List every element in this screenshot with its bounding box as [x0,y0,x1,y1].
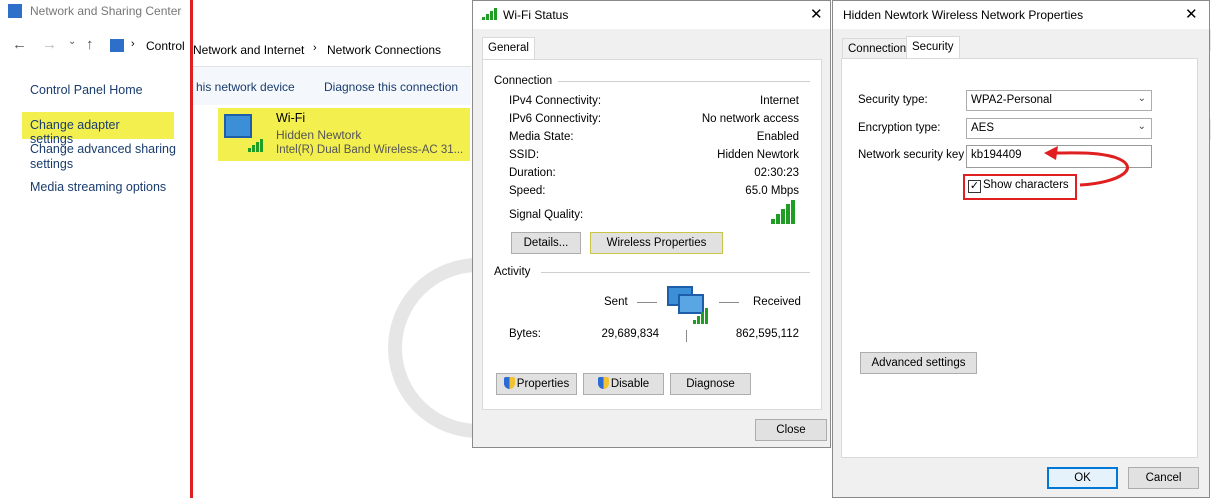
toolbar: his network device Diagnose this connect… [193,67,471,105]
network-connections-panel: Network and Internet › Network Connectio… [193,0,471,498]
diagnose-button[interactable]: Diagnose [670,373,751,395]
forward-arrow-icon[interactable]: → [42,36,57,53]
back-arrow-icon[interactable]: ← [12,36,27,53]
details-button[interactable]: Details... [511,232,581,254]
tab-connection[interactable]: Connection [842,38,913,60]
wireless-properties-dialog: Hidden Newtork Wireless Network Properti… [832,0,1210,498]
row-value: Internet [760,95,799,107]
sidebar-item-change-adapter-settings[interactable]: Change adapter settings [22,112,174,146]
received-label: Received [753,296,801,308]
chevron-down-icon: ⌄ [1137,93,1146,104]
security-type-value: WPA2-Personal [971,94,1052,106]
signal-quality-label: Signal Quality: [509,209,584,221]
adapter-device: Intel(R) Dual Band Wireless-AC 31... [276,144,464,156]
wifi-signal-icon [482,8,497,20]
close-icon[interactable]: ✕ [810,5,823,23]
properties-button-label: Properties [516,378,570,390]
bytes-label: Bytes: [509,328,541,340]
breadcrumb-network-connections[interactable]: Network Connections [327,43,441,57]
chevron-right-icon: › [313,42,317,54]
bytes-received-value: 862,595,112 [735,328,799,340]
encryption-type-select[interactable]: AES ⌄ [966,118,1152,139]
signal-bars-icon [248,138,263,152]
window-title: Network and Sharing Center [30,4,182,18]
general-tab-pane: Connection IPv4 Connectivity: Internet I… [482,59,822,410]
security-key-label: Network security key [858,149,965,161]
row-label: Speed: [509,185,546,197]
sidebar-item-control-panel-home[interactable]: Control Panel Home [30,83,143,97]
ok-button[interactable]: OK [1047,467,1118,489]
row-value: No network access [701,113,799,125]
encryption-type-value: AES [971,122,995,134]
network-sharing-center-panel: Network and Sharing Center ← → ⌄ ↑ › Con… [0,0,192,498]
dialog-title: Hidden Newtork Wireless Network Properti… [843,8,1084,22]
advanced-settings-button[interactable]: Advanced settings [860,352,977,374]
separator [541,272,810,273]
sidebar-item-advanced-sharing[interactable]: Change advanced sharing settings [30,142,180,172]
breadcrumb-control[interactable]: Control [146,39,185,53]
sent-line [637,302,657,303]
row-value: Enabled [756,131,799,143]
activity-divider [686,330,687,342]
row-label: IPv4 Connectivity: [509,95,602,107]
encryption-type-label: Encryption type: [858,122,941,134]
tab-general[interactable]: General [482,37,535,60]
sidebar-item-media-streaming[interactable]: Media streaming options [30,180,166,194]
wireless-properties-button[interactable]: Wireless Properties [590,232,723,254]
row-label: SSID: [509,149,540,161]
section-connection: Connection [494,75,553,87]
close-button[interactable]: Close [755,419,827,441]
uac-shield-icon [597,377,609,389]
received-line [719,302,739,303]
security-type-select[interactable]: WPA2-Personal ⌄ [966,90,1152,111]
security-type-label: Security type: [858,94,928,106]
connect-device-button[interactable]: his network device [196,80,295,94]
breadcrumb-network-internet[interactable]: Network and Internet [193,43,304,57]
network-icon [8,4,22,18]
dialog-titlebar: Hidden Newtork Wireless Network Properti… [833,1,1209,29]
row-label: Duration: [509,167,556,179]
disable-button[interactable]: Disable [583,373,664,395]
show-characters-checkbox[interactable]: ✓ [968,180,981,193]
recent-chevron-icon[interactable]: ⌄ [68,36,76,47]
row-value: 02:30:23 [754,167,799,179]
up-arrow-icon[interactable]: ↑ [86,36,94,53]
close-icon[interactable]: ✕ [1185,5,1198,23]
row-value: 65.0 Mbps [745,185,799,197]
adapter-name: Wi-Fi [276,111,306,125]
disable-button-label: Disable [610,378,650,390]
tab-security[interactable]: Security [906,36,960,59]
sent-label: Sent [604,296,628,308]
dialog-titlebar: Wi-Fi Status ✕ [473,1,830,29]
uac-shield-icon [503,377,515,389]
activity-signal-icon [693,308,708,324]
section-activity: Activity [494,266,531,278]
control-panel-icon [110,39,124,52]
cancel-button[interactable]: Cancel [1128,467,1199,489]
security-tab-pane: Security type: WPA2-Personal ⌄ Encryption… [841,58,1198,458]
chevron-down-icon: ⌄ [1137,121,1146,132]
diagnose-connection-button[interactable]: Diagnose this connection [324,80,458,94]
row-value: Hidden Newtork [717,149,799,161]
adapter-monitor-icon [224,114,252,138]
annotation-arrow [1044,146,1129,187]
separator [558,81,810,82]
row-label: Media State: [509,131,574,143]
properties-button[interactable]: Properties [496,373,577,395]
row-label: IPv6 Connectivity: [509,113,602,125]
dialog-title: Wi-Fi Status [503,8,569,22]
wifi-status-dialog: Wi-Fi Status ✕ General Connection IPv4 C… [472,0,831,448]
chevron-right-icon: › [131,38,135,50]
adapter-network: Hidden Newtork [276,128,362,142]
bytes-sent-value: 29,689,834 [601,328,659,340]
adapter-wifi[interactable]: Wi-Fi Hidden Newtork Intel(R) Dual Band … [218,108,470,161]
signal-quality-bars-icon [771,200,795,224]
